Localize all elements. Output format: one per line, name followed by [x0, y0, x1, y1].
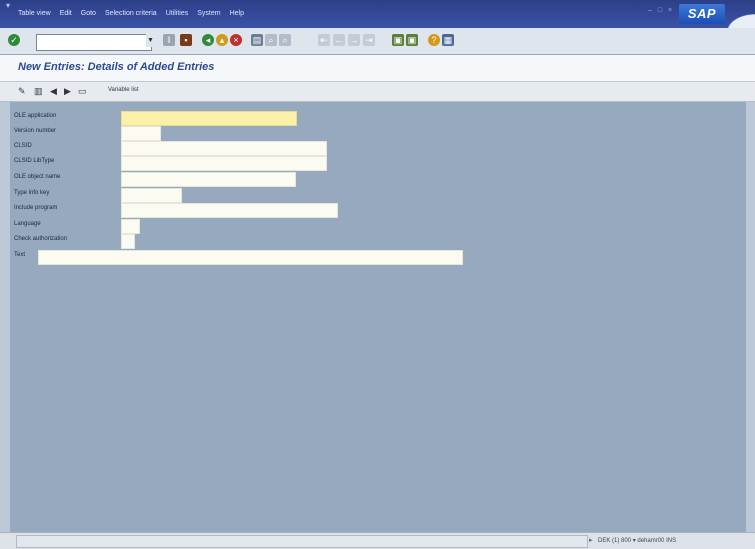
- sap-logo: SAP: [679, 4, 725, 24]
- next-page-icon[interactable]: →: [348, 34, 360, 46]
- field-label: Check authorization: [14, 236, 68, 242]
- system-id: DEK (1) 800: [598, 538, 632, 544]
- form-row-ole-application: OLE application: [14, 111, 314, 126]
- title-bar: New Entries: Details of Added Entries: [0, 55, 755, 82]
- menu-edit[interactable]: Edit: [60, 9, 72, 19]
- field-label: Text: [14, 252, 26, 258]
- delete-icon[interactable]: ▥: [34, 85, 43, 97]
- enter-icon[interactable]: ✓: [8, 34, 20, 46]
- form-row-version-number: Version number: [14, 126, 314, 141]
- status-message: [16, 535, 588, 548]
- next-entry-icon[interactable]: ▶: [64, 85, 71, 97]
- system-menu-icon[interactable]: ▾: [6, 2, 14, 10]
- maximize-icon[interactable]: □: [656, 7, 664, 15]
- server-name: dehamr00: [637, 538, 665, 544]
- field-label: Language: [14, 221, 41, 227]
- system-info[interactable]: DEK (1) 800 ▾ dehamr00 INS: [598, 537, 676, 544]
- status-toggle-icon[interactable]: ▸: [589, 536, 593, 544]
- type-info-key-input[interactable]: [121, 188, 182, 203]
- field-label: OLE object name: [14, 174, 61, 180]
- form-row-ole-object-name: OLE object name: [14, 172, 314, 187]
- form-row-language: Language: [14, 219, 314, 234]
- exit-icon[interactable]: ▴: [216, 34, 228, 46]
- version-number-input[interactable]: [121, 126, 161, 141]
- standard-toolbar: ✓ ▼ ‖ ▪ ◂ ▴ × ▤ ⌕ ⌕ ⇤ ← → ⇥ ▣ ▣ ? ▦: [0, 28, 755, 55]
- language-input[interactable]: [121, 219, 140, 234]
- minimize-icon[interactable]: –: [646, 7, 654, 15]
- menu-help[interactable]: Help: [230, 9, 244, 19]
- ole-application-input[interactable]: [121, 111, 297, 126]
- field-label: CLSID LibType: [14, 158, 55, 164]
- status-bar: ▸ DEK (1) 800 ▾ dehamr00 INS: [0, 532, 755, 549]
- form-row-include-program: Include program: [14, 203, 354, 218]
- ole-object-name-input[interactable]: [121, 172, 296, 187]
- form-row-type-info-key: Type info key: [14, 188, 314, 203]
- menu-system[interactable]: System: [197, 9, 220, 19]
- find-next-icon[interactable]: ⌕: [279, 34, 291, 46]
- clsid-input[interactable]: [121, 141, 327, 156]
- input-mode: INS: [666, 538, 677, 544]
- menu-bar: ▾ Table view Edit Goto Selection criteri…: [0, 0, 755, 32]
- last-page-icon[interactable]: ⇥: [363, 34, 375, 46]
- shortcut-icon[interactable]: ▣: [406, 34, 418, 46]
- field-label: Version number: [14, 128, 57, 134]
- field-label: Type info key: [14, 190, 50, 196]
- back-icon[interactable]: ◂: [202, 34, 214, 46]
- form-row-clsid-libtype: CLSID LibType: [14, 156, 344, 171]
- first-page-icon[interactable]: ⇤: [318, 34, 330, 46]
- variable-list-button[interactable]: Variable list: [108, 87, 139, 93]
- menu-table-view[interactable]: Table view: [18, 9, 51, 19]
- cancel-icon[interactable]: ×: [230, 34, 242, 46]
- separator-icon: ‖: [163, 34, 175, 46]
- field-label: OLE application: [14, 113, 57, 119]
- menu-goto[interactable]: Goto: [81, 9, 96, 19]
- find-icon[interactable]: ⌕: [265, 34, 277, 46]
- field-label: Include program: [14, 205, 58, 211]
- menu-utilities[interactable]: Utilities: [166, 9, 189, 19]
- form-row-text: Text: [14, 250, 474, 265]
- change-display-icon[interactable]: ✎: [18, 85, 26, 97]
- page-title: New Entries: Details of Added Entries: [18, 61, 215, 73]
- close-icon[interactable]: ×: [666, 7, 674, 15]
- application-toolbar: ✎ ▥ ◀ ▶ ▭ Variable list: [0, 82, 755, 102]
- menu-list: Table view Edit Goto Selection criteria …: [18, 9, 253, 19]
- command-field[interactable]: [36, 34, 152, 51]
- text-input[interactable]: [38, 250, 463, 265]
- help-icon[interactable]: ?: [428, 34, 440, 46]
- window-controls: – □ ×: [646, 7, 674, 15]
- new-session-icon[interactable]: ▣: [392, 34, 404, 46]
- variable-list-icon[interactable]: ▭: [78, 85, 87, 97]
- menu-selection-criteria[interactable]: Selection criteria: [105, 9, 157, 19]
- form-row-clsid: CLSID: [14, 141, 344, 156]
- include-program-input[interactable]: [121, 203, 338, 218]
- save-icon[interactable]: ▪: [180, 34, 192, 46]
- layout-menu-icon[interactable]: ▦: [442, 34, 454, 46]
- work-area: OLE application Version number CLSID CLS…: [10, 102, 746, 532]
- check-authorization-input[interactable]: [121, 234, 135, 249]
- previous-entry-icon[interactable]: ◀: [50, 85, 57, 97]
- field-label: CLSID: [14, 143, 32, 149]
- previous-page-icon[interactable]: ←: [333, 34, 345, 46]
- command-dropdown-icon[interactable]: ▼: [146, 34, 155, 47]
- print-icon[interactable]: ▤: [251, 34, 263, 46]
- clsid-libtype-input[interactable]: [121, 156, 327, 171]
- form-row-check-authorization: Check authorization: [14, 234, 314, 249]
